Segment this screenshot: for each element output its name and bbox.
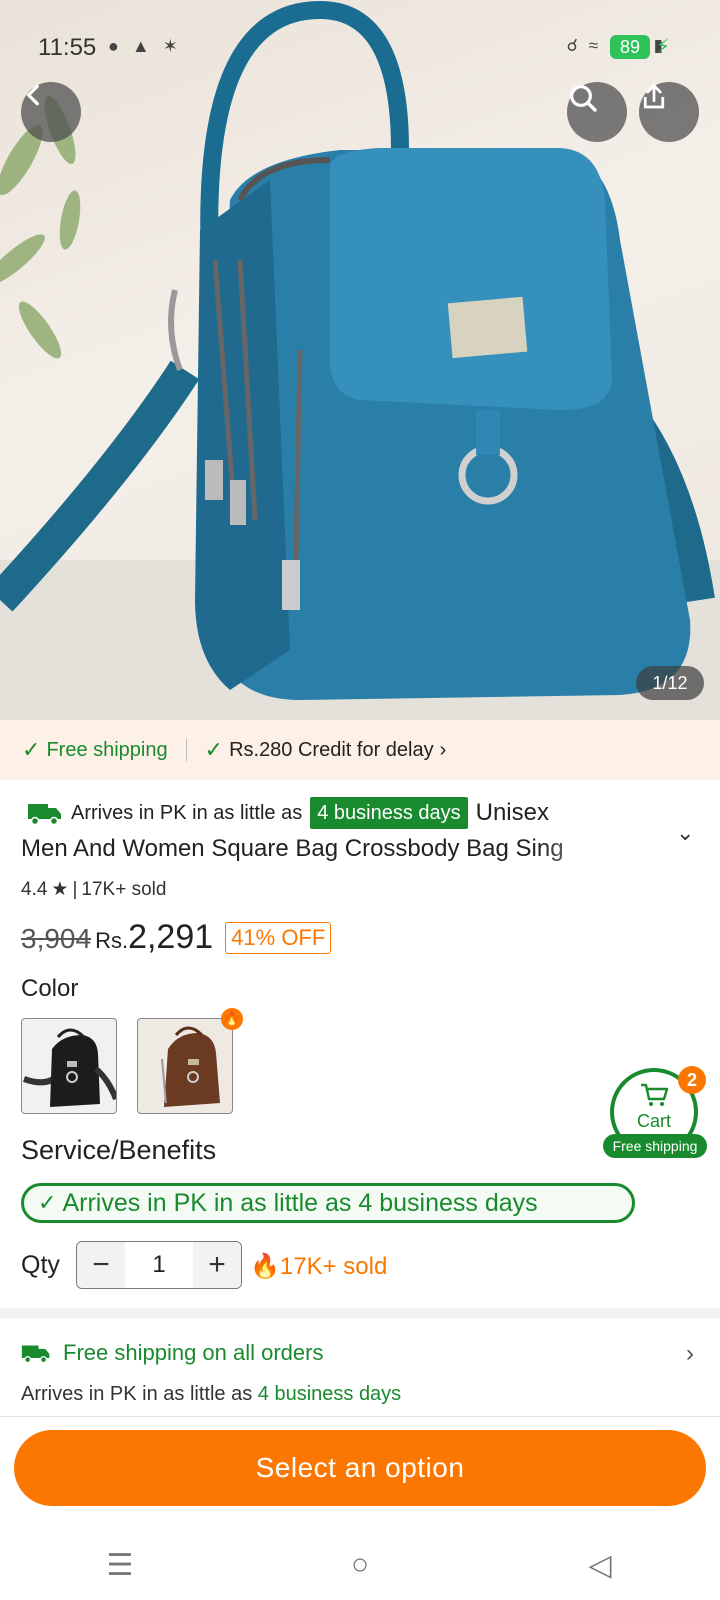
- charging-icon: ⚡: [655, 36, 670, 58]
- sold-hot-label: 🔥17K+ sold: [250, 1252, 387, 1281]
- title-start: Unisex: [475, 799, 549, 826]
- title-line: Men And Women Square Bag Crossbody Bag S…: [21, 835, 564, 862]
- cta-divider: [0, 1416, 720, 1417]
- share-button[interactable]: [639, 82, 699, 142]
- cart-free-shipping-tag: Free shipping: [603, 1134, 707, 1158]
- currency: Rs.: [95, 928, 129, 953]
- black-bag-thumbnail: [22, 1028, 116, 1107]
- delay-credit-link[interactable]: ✓ Rs.280 Credit for delay ›: [205, 737, 447, 763]
- decrease-button[interactable]: −: [77, 1242, 125, 1288]
- original-price: 3,904: [21, 923, 92, 954]
- select-option-button[interactable]: Select an option: [14, 1430, 706, 1506]
- home-icon[interactable]: ○: [330, 1548, 390, 1582]
- discount-badge: 41% OFF: [225, 922, 332, 954]
- qty-label: Qty: [21, 1251, 60, 1279]
- arrival-badge: 4 business days: [310, 797, 468, 829]
- shipping-banner[interactable]: ✓ Free shipping ✓ Rs.280 Credit for dela…: [0, 720, 720, 780]
- flame-icon: 🔥: [250, 1253, 280, 1280]
- sold-count: 17K+ sold: [81, 878, 167, 900]
- product-title[interactable]: Arrives in PK in as little as 4 business…: [21, 795, 661, 867]
- current-price: 2,291: [128, 918, 214, 956]
- color-swatch-brown[interactable]: [137, 1018, 233, 1114]
- service-pill-text: Arrives in PK in as little as 4 business…: [62, 1188, 538, 1217]
- section-divider: [0, 1308, 720, 1318]
- color-swatch-black[interactable]: [21, 1018, 117, 1114]
- image-counter: 1/12: [636, 666, 704, 700]
- chevron-left-icon: [26, 84, 39, 106]
- service-label: Service/Benefits: [21, 1135, 217, 1165]
- increase-button[interactable]: +: [193, 1242, 241, 1288]
- free-shipping-text: Free shipping: [46, 738, 168, 761]
- truck-icon: [21, 1345, 50, 1364]
- divider: [185, 739, 187, 761]
- service-arrival-pill[interactable]: ✓ Arrives in PK in as little as 4 busine…: [21, 1183, 635, 1223]
- sold-hot-text: 17K+ sold: [279, 1253, 388, 1280]
- back-button[interactable]: [21, 82, 81, 142]
- minus-icon: −: [92, 1248, 110, 1281]
- brown-bag-thumbnail: [161, 1026, 220, 1107]
- arrival-info-prefix: Arrives in PK in as little as: [21, 1383, 253, 1405]
- system-nav-bar: ☰ ○ ◁: [0, 1530, 720, 1600]
- plus-icon: +: [208, 1248, 226, 1281]
- delay-credit-text: Rs.280 Credit for delay: [229, 738, 434, 761]
- rating-row[interactable]: 4.4 ★ | 17K+ sold: [21, 878, 166, 901]
- check-icon: ✓: [38, 1190, 57, 1215]
- arrival-info: Arrives in PK in as little as 4 business…: [21, 1383, 401, 1406]
- quantity-stepper[interactable]: − 1 +: [76, 1241, 242, 1289]
- search-button[interactable]: [567, 82, 627, 142]
- fire-icon: 🔥: [221, 1008, 243, 1030]
- arrival-info-days: 4 business days: [257, 1383, 402, 1405]
- cart-icon: [641, 1083, 669, 1106]
- chevron-right-icon[interactable]: ›: [686, 1340, 694, 1368]
- product-image-gallery[interactable]: 11:55 ● ▲ ✶ ☌ ≈ ▮▮ ▮▮ 89 ⚡ 1/12: [0, 0, 720, 720]
- free-shipping-title: Free shipping on all orders: [63, 1340, 324, 1365]
- battery-icon: 89: [610, 35, 650, 59]
- price-row: 3,904 Rs. 2,291 41% OFF: [21, 918, 332, 957]
- rating-value: 4.4: [21, 878, 48, 900]
- color-label: Color: [21, 975, 79, 1002]
- status-bar: 11:55 ● ▲ ✶ ☌ ≈ ▮▮ ▮▮ 89 ⚡: [0, 30, 720, 66]
- notification-icons: ● ▲ ✶: [108, 36, 182, 56]
- shipping-info-row[interactable]: Free shipping on all orders: [21, 1340, 323, 1366]
- star-icon: ★: [51, 879, 69, 900]
- menu-icon[interactable]: ☰: [90, 1548, 150, 1583]
- check-icon: ✓: [204, 737, 224, 762]
- cart-count-badge: 2: [678, 1066, 706, 1094]
- arrival-prefix: Arrives in PK in as little as: [71, 802, 303, 824]
- quantity-value[interactable]: 1: [125, 1242, 193, 1288]
- share-icon: [643, 83, 665, 109]
- truck-icon: [28, 804, 61, 826]
- rating-separator: |: [72, 878, 78, 900]
- back-icon[interactable]: ◁: [570, 1548, 630, 1583]
- free-shipping-tag: ✓ Free shipping: [22, 737, 168, 763]
- search-icon: [570, 85, 597, 112]
- status-time: 11:55: [38, 34, 97, 61]
- check-icon: ✓: [22, 737, 41, 762]
- cart-label: Cart: [636, 1111, 671, 1131]
- chevron-down-icon[interactable]: ⌄: [676, 820, 694, 846]
- chevron-right-icon: ›: [439, 738, 447, 761]
